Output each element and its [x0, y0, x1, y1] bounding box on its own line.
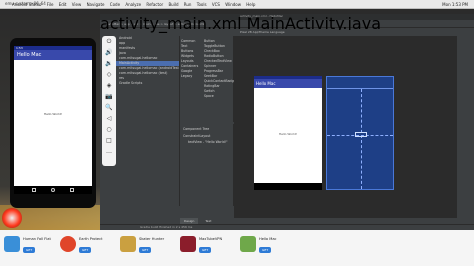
component-tree: Component Tree ConstraintLayout textView…	[180, 124, 234, 206]
emulator-phone: 1:53 Hello Mac Hello World!	[10, 38, 96, 208]
attributes-panel	[456, 36, 474, 218]
menu-item[interactable]: Window	[225, 2, 241, 7]
home-icon[interactable]: ○	[102, 124, 116, 135]
get-button[interactable]: GET	[259, 247, 272, 253]
app-thumbnail	[2, 208, 22, 228]
editor-tabs: activity_main.xml MainActivity.java	[100, 14, 381, 33]
component-root[interactable]: ConstraintLayout	[183, 134, 230, 138]
palette-item[interactable]: Space	[204, 94, 234, 99]
app-card[interactable]: Earth Protect GET	[60, 234, 110, 262]
app-name: MaxTubeVPN	[199, 237, 223, 241]
zoom-icon[interactable]: 🔍	[102, 102, 116, 113]
app-card[interactable]: Hello Mac GET	[240, 234, 300, 262]
app-card[interactable]: Skater Hunter GET	[120, 234, 170, 262]
app-icon	[60, 236, 76, 252]
palette-category[interactable]: Legacy	[181, 74, 203, 79]
rotate-right-icon[interactable]: ◈	[102, 80, 116, 91]
volume-up-icon[interactable]: 🔊	[102, 47, 116, 58]
get-button[interactable]: GET	[199, 247, 212, 253]
blueprint-textview[interactable]	[355, 132, 367, 137]
palette-items: Button ToggleButton CheckBox RadioButton…	[204, 39, 234, 99]
component-child[interactable]: textView - "Hello World!"	[188, 140, 230, 144]
palette-categories: Common Text Buttons Widgets Layouts Cont…	[181, 39, 203, 79]
rotate-left-icon[interactable]: ◇	[102, 69, 116, 80]
emulator-toolbar: ⏻ 🔊 🔉 ◇ ◈ 📷 🔍 ◁ ○ □ …	[102, 36, 116, 166]
app-icon	[4, 236, 20, 252]
preview-appbar: Hello Mac	[254, 79, 322, 88]
component-tree-title: Component Tree	[183, 127, 210, 131]
app-name: Human Fall Flat	[23, 237, 51, 241]
blueprint-constraint-vertical	[361, 89, 362, 189]
menubar-clock[interactable]: Mon 1:53 PM	[442, 2, 468, 7]
preview-textview[interactable]: Hello World!	[254, 132, 322, 136]
camera-icon[interactable]: 📷	[102, 91, 116, 102]
back-icon[interactable]: ◁	[102, 113, 116, 124]
phone-app-title: Hello Mac	[14, 50, 92, 60]
app-card[interactable]: MaxTubeVPN GET	[180, 234, 234, 262]
app-icon	[120, 236, 136, 252]
palette-panel: Common Text Buttons Widgets Layouts Cont…	[180, 36, 234, 122]
emulator-screen[interactable]: 1:53 Hello Mac Hello World!	[14, 46, 92, 194]
get-button[interactable]: GET	[79, 247, 92, 253]
power-icon[interactable]: ⏻	[102, 36, 116, 47]
design-preview[interactable]: Hello Mac Hello World!	[254, 76, 322, 190]
menu-item[interactable]: Code	[110, 2, 120, 7]
more-icon[interactable]: …	[102, 146, 116, 157]
emulator-title: emu-system-x86_64	[5, 1, 46, 6]
overview-icon[interactable]	[70, 188, 74, 192]
app-icon	[180, 236, 196, 252]
app-name: Skater Hunter	[139, 237, 165, 241]
menu-item[interactable]: Run	[184, 2, 192, 7]
app-name: Earth Protect	[79, 237, 103, 241]
menu-item[interactable]: Help	[246, 2, 255, 7]
menu-item[interactable]: VCS	[212, 2, 220, 7]
overview-icon[interactable]: □	[102, 135, 116, 146]
menu-item[interactable]: Analyze	[125, 2, 141, 7]
home-icon[interactable]	[51, 188, 55, 192]
blueprint-appbar	[327, 77, 393, 89]
app-store-strip: Human Fall Flat GET Earth Protect GET Sk…	[0, 230, 474, 266]
menu-item[interactable]: Tools	[197, 2, 207, 7]
blueprint-view[interactable]	[326, 76, 394, 190]
menu-item[interactable]: Build	[168, 2, 178, 7]
app-card[interactable]: Human Fall Flat GET	[4, 234, 54, 262]
preview-navbar	[254, 183, 322, 190]
back-icon[interactable]	[32, 188, 36, 192]
menu-item[interactable]: Refactor	[146, 2, 163, 7]
phone-hello-text: Hello World!	[43, 112, 63, 116]
app-icon	[240, 236, 256, 252]
tab-activity-main[interactable]: activity_main.xml	[100, 14, 242, 33]
project-panel: Android app manifests java com.mitsugai.…	[116, 36, 180, 206]
tree-row[interactable]: Gradle Scripts	[116, 81, 179, 86]
app-name: Hello Mac	[259, 237, 277, 241]
volume-down-icon[interactable]: 🔉	[102, 58, 116, 69]
phone-navbar	[14, 186, 92, 194]
get-button[interactable]: GET	[139, 247, 152, 253]
get-button[interactable]: GET	[23, 247, 36, 253]
